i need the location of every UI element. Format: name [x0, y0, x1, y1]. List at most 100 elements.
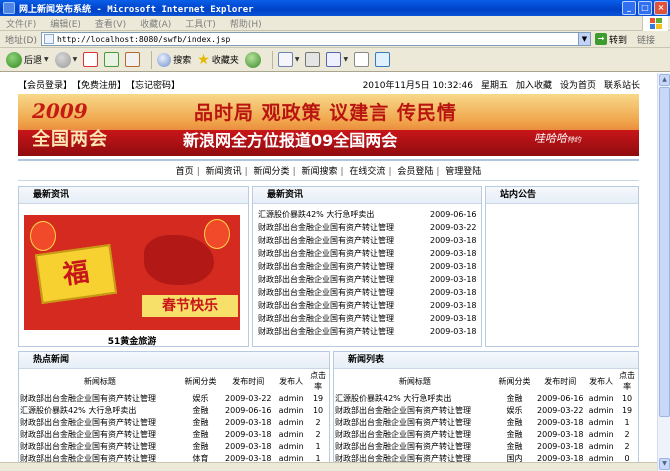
- news-title-link[interactable]: 财政部出台金融企业国有资产转让管理: [20, 440, 180, 452]
- go-button[interactable]: → 转到: [594, 33, 627, 46]
- news-title-link[interactable]: 财政部出台金融企业国有资产转让管理: [258, 286, 430, 299]
- nav-categories[interactable]: 新闻分类: [254, 167, 290, 177]
- search-label: 搜索: [173, 56, 192, 66]
- list-item[interactable]: 财政部出台金融企业国有资产转让管理 2009-03-18: [258, 247, 484, 260]
- forward-dropdown-icon[interactable]: ▼: [73, 56, 78, 63]
- news-title-link[interactable]: 财政部出台金融企业国有资产转让管理: [258, 299, 430, 312]
- scroll-up-icon[interactable]: ▲: [659, 74, 670, 86]
- news-title-link[interactable]: 财政部出台金融企业国有资产转让管理: [258, 312, 430, 325]
- col-date-cell: 2009-03-18: [225, 417, 272, 427]
- news-title-link[interactable]: 财政部出台金融企业国有资产转让管理: [258, 325, 430, 338]
- nav-home[interactable]: 首页: [176, 167, 194, 177]
- news-title-link[interactable]: 财政部出台金融企业国有资产转让管理: [20, 428, 180, 440]
- news-image[interactable]: 福 春节快乐: [24, 215, 240, 330]
- news-title-link[interactable]: 财政部出台金融企业国有资产转让管理: [20, 416, 180, 428]
- list-item[interactable]: 财政部出台金融企业国有资产转让管理 2009-03-22: [258, 221, 484, 234]
- col-publisher-cell: admin: [588, 393, 614, 403]
- menu-file[interactable]: 文件(F): [6, 17, 36, 30]
- news-image-caption[interactable]: 51黄金旅游: [24, 334, 240, 347]
- list-item[interactable]: 财政部出台金融企业国有资产转让管理 2009-03-18: [258, 312, 484, 325]
- links-button[interactable]: 链接: [637, 33, 655, 46]
- nav-chat[interactable]: 在线交流: [349, 167, 385, 177]
- news-title-link[interactable]: 财政部出台金融企业国有资产转让管理: [20, 392, 180, 404]
- menu-view[interactable]: 查看(V): [95, 17, 126, 30]
- news-title-link[interactable]: 财政部出台金融企业国有资产转让管理: [258, 273, 430, 286]
- banner-sponsor: 哇哈哈特约: [534, 132, 581, 145]
- menu-help[interactable]: 帮助(H): [230, 17, 262, 30]
- register-link[interactable]: 【免费注册】: [72, 78, 126, 91]
- edit-dropdown-icon[interactable]: ▼: [343, 56, 348, 63]
- back-dropdown-icon[interactable]: ▼: [44, 56, 49, 63]
- set-homepage-link[interactable]: 设为首页: [560, 78, 596, 91]
- window-titlebar[interactable]: 网上新闻发布系统 - Microsoft Internet Explorer _…: [0, 0, 670, 16]
- media-icon: [244, 51, 261, 68]
- news-date: 2009-03-18: [430, 327, 477, 336]
- add-bookmark-link[interactable]: 加入收藏: [516, 78, 552, 91]
- contact-admin-link[interactable]: 联系站长: [604, 78, 640, 91]
- forgot-password-link[interactable]: 【忘记密码】: [126, 78, 180, 91]
- refresh-button[interactable]: [104, 52, 120, 67]
- mail-button[interactable]: ▼: [277, 52, 300, 67]
- media-button[interactable]: [244, 51, 261, 68]
- list-item[interactable]: 财政部出台金融企业国有资产转让管理 2009-03-18: [258, 286, 484, 299]
- col-clicks-cell: 2: [315, 429, 321, 439]
- col-date-cell: 2009-03-18: [537, 417, 584, 427]
- nav-news[interactable]: 新闻资讯: [206, 167, 242, 177]
- favorites-button[interactable]: ★ 收藏夹: [197, 53, 239, 67]
- col-date-cell: 2009-06-16: [537, 393, 584, 403]
- banner[interactable]: 2009 全国两会 品时局 观政策 议建言 传民情 新浪网全方位报道09全国两会…: [18, 94, 639, 156]
- list-item[interactable]: 财政部出台金融企业国有资产转让管理 2009-03-18: [258, 273, 484, 286]
- discuss-button[interactable]: [354, 52, 370, 67]
- col-category-cell: 娱乐: [506, 405, 523, 415]
- back-button[interactable]: 后退 ▼: [6, 51, 49, 68]
- close-button[interactable]: ×: [654, 1, 668, 15]
- news-title-link[interactable]: 财政部出台金融企业国有资产转让管理: [258, 260, 430, 273]
- stop-button[interactable]: [83, 52, 99, 67]
- list-item[interactable]: 财政部出台金融企业国有资产转让管理 2009-03-18: [258, 234, 484, 247]
- standard-toolbar: 后退 ▼ ▼ 搜索 ★ 收藏夹 ▼ ▼: [0, 48, 670, 72]
- menu-favorites[interactable]: 收藏(A): [140, 17, 171, 30]
- print-button[interactable]: [305, 52, 321, 67]
- scroll-thumb[interactable]: [659, 87, 670, 417]
- list-item[interactable]: 财政部出台金融企业国有资产转让管理 2009-03-18: [258, 260, 484, 273]
- news-title-link[interactable]: 财政部出台金融企业国有资产转让管理: [258, 221, 430, 234]
- news-title-link[interactable]: 汇源股价暴跌42% 大行急呼卖出: [20, 404, 180, 416]
- nav-search[interactable]: 新闻搜索: [301, 167, 337, 177]
- home-button[interactable]: [125, 52, 141, 67]
- col-date-header: 发布时间: [544, 376, 577, 386]
- col-category-header: 新闻分类: [184, 376, 217, 386]
- news-title-link[interactable]: 汇源股价暴跌42% 大行急呼卖出: [258, 208, 430, 221]
- scroll-down-icon[interactable]: ▼: [659, 458, 670, 470]
- search-button[interactable]: 搜索: [157, 52, 192, 67]
- news-title-link[interactable]: 财政部出台金融企业国有资产转让管理: [258, 234, 430, 247]
- forward-arrow-icon: [54, 51, 71, 68]
- forward-button[interactable]: ▼: [54, 51, 78, 68]
- nav-admin-login[interactable]: 管理登陆: [445, 167, 481, 177]
- edit-button[interactable]: ▼: [326, 52, 348, 67]
- news-title-link[interactable]: 财政部出台金融企业国有资产转让管理: [258, 247, 430, 260]
- col-clicks-cell: 19: [621, 405, 633, 415]
- minimize-button[interactable]: _: [622, 1, 636, 15]
- member-login-link[interactable]: 【会员登录】: [18, 78, 72, 91]
- table-row: 财政部出台金融企业国有资产转让管理 娱乐 2009-03-22 admin 19: [20, 392, 329, 404]
- vertical-scrollbar[interactable]: ▲ ▼: [657, 73, 670, 471]
- news-title-link[interactable]: 财政部出台金融企业国有资产转让管理: [335, 416, 495, 428]
- list-item[interactable]: 财政部出台金融企业国有资产转让管理 2009-03-18: [258, 325, 484, 338]
- col-date-cell: 2009-06-16: [225, 405, 272, 415]
- news-title-link[interactable]: 财政部出台金融企业国有资产转让管理: [335, 404, 495, 416]
- address-input[interactable]: http://localhost:8080/swfb/index.jsp ▼: [40, 32, 591, 46]
- news-title-link[interactable]: 汇源股价暴跌42% 大行急呼卖出: [335, 392, 495, 404]
- messenger-button[interactable]: [375, 52, 391, 67]
- nav-member-login[interactable]: 会员登陆: [397, 167, 433, 177]
- news-title-link[interactable]: 财政部出台金融企业国有资产转让管理: [335, 440, 495, 452]
- menu-tools[interactable]: 工具(T): [185, 17, 216, 30]
- maximize-button[interactable]: □: [638, 1, 652, 15]
- list-item[interactable]: 汇源股价暴跌42% 大行急呼卖出 2009-06-16: [258, 208, 484, 221]
- list-item[interactable]: 财政部出台金融企业国有资产转让管理 2009-03-18: [258, 299, 484, 312]
- mail-dropdown-icon[interactable]: ▼: [295, 56, 300, 63]
- col-publisher-cell: admin: [278, 393, 304, 403]
- col-clicks-cell: 2: [624, 429, 630, 439]
- menu-edit[interactable]: 编辑(E): [50, 17, 81, 30]
- news-title-link[interactable]: 财政部出台金融企业国有资产转让管理: [335, 428, 495, 440]
- address-dropdown-icon[interactable]: ▼: [577, 33, 590, 45]
